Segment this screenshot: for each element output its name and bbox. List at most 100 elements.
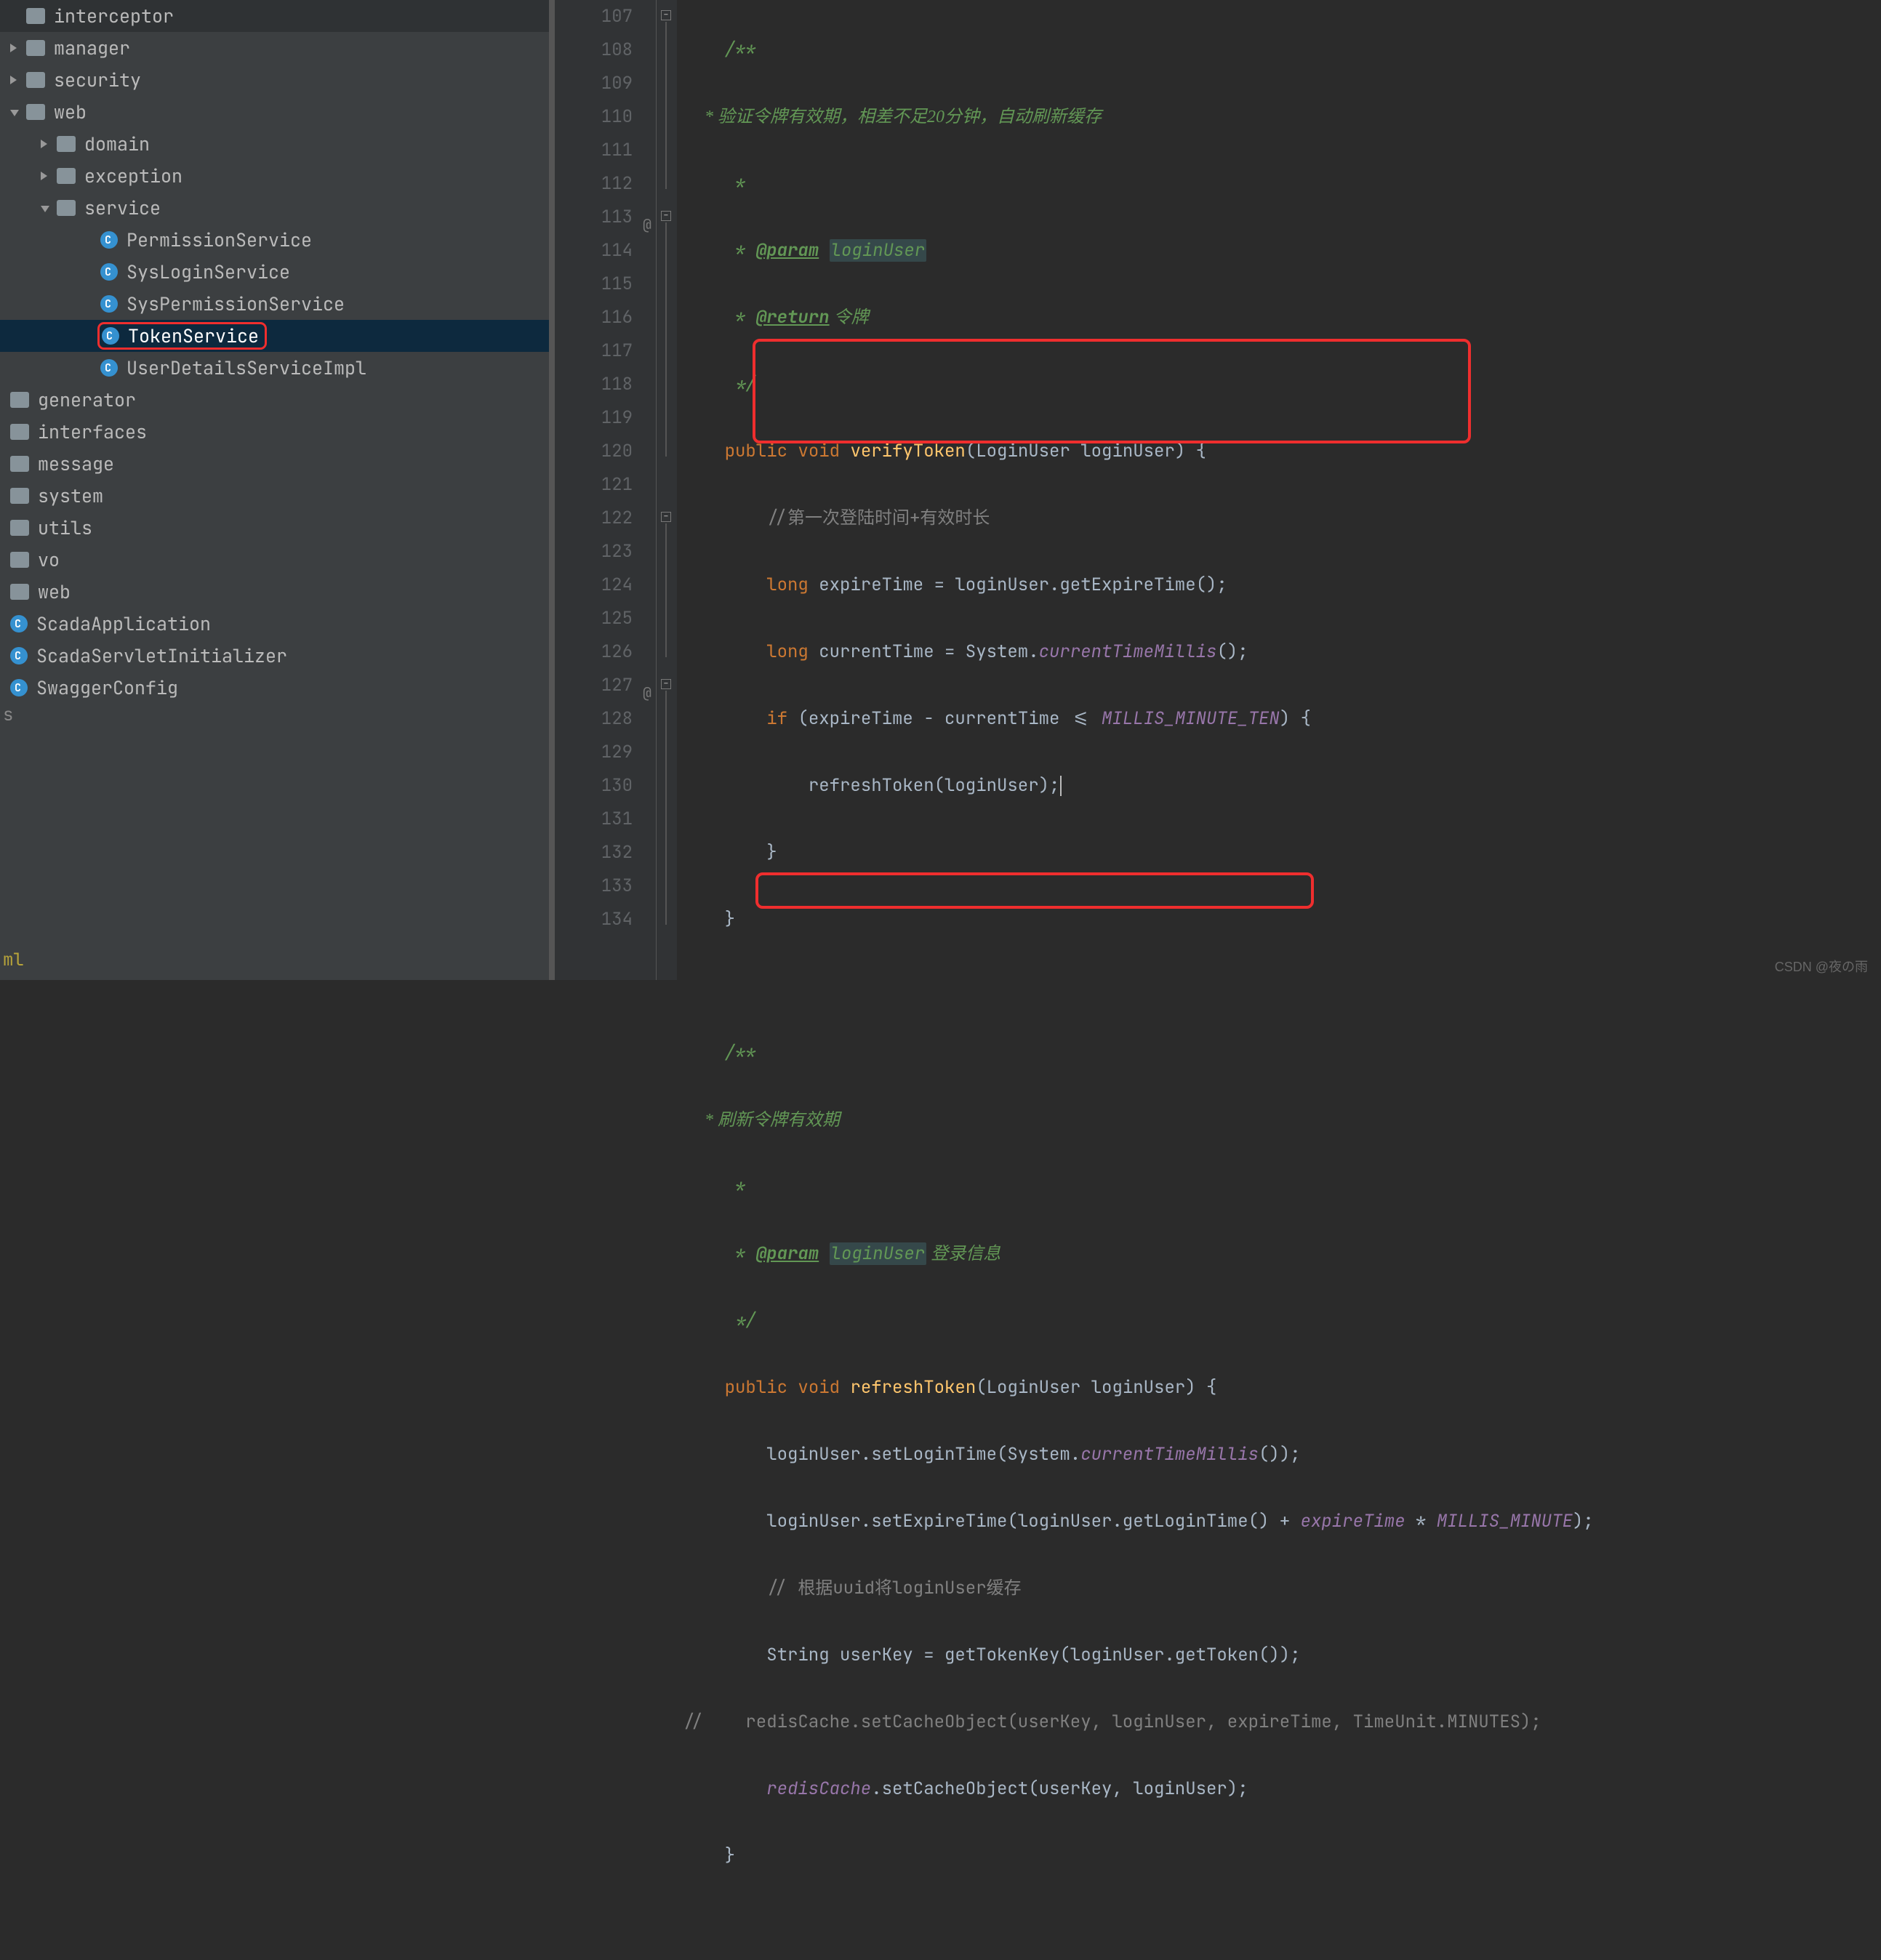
tree-label: utils [38, 515, 92, 540]
tree-item[interactable]: interceptor [0, 0, 549, 32]
fold-toggle[interactable] [661, 679, 671, 689]
chevron-right-icon[interactable] [10, 73, 23, 87]
tree-item[interactable]: service [0, 192, 549, 224]
line-number: 121 [555, 468, 633, 502]
class-icon [102, 327, 119, 345]
line-number: 112 [555, 167, 633, 201]
line-gutter: 107 108 109 110 111 112 113@ 114 115 116… [555, 0, 657, 980]
class-icon [100, 295, 118, 313]
class-icon [10, 615, 28, 632]
tree-label: service [84, 196, 161, 220]
tree-item[interactable]: security [0, 64, 549, 96]
code-editor[interactable]: 107 108 109 110 111 112 113@ 114 115 116… [549, 0, 1881, 980]
tree-item[interactable]: SysPermissionService [0, 288, 549, 320]
watermark: CSDN @夜の雨 [1775, 957, 1868, 976]
chevron-down-icon[interactable] [10, 105, 23, 119]
line-number: 111 [555, 134, 633, 167]
chevron-down-icon[interactable] [41, 201, 54, 214]
folder-icon [57, 168, 76, 184]
line-number: 116 [555, 301, 633, 334]
tree-item[interactable]: SwaggerConfig [0, 672, 549, 704]
line-number: 128 [555, 702, 633, 736]
code-area[interactable]: /** * 验证令牌有效期，相差不足20分钟，自动刷新缓存 * * @param… [677, 0, 1881, 980]
line-number: 133 [555, 869, 633, 903]
tree-item[interactable]: UserDetailsServiceImpl [0, 352, 549, 384]
tree-item[interactable]: ScadaServletInitializer [0, 640, 549, 672]
tree-label: exception [84, 164, 183, 188]
text-caret [1060, 776, 1062, 796]
line-number: 119 [555, 401, 633, 435]
tree-label: SwaggerConfig [36, 675, 178, 700]
tree-item[interactable]: PermissionService [0, 224, 549, 256]
tree-label: system [38, 483, 103, 508]
line-number: 123 [555, 535, 633, 569]
line-number: 108 [555, 33, 633, 67]
folder-icon [10, 552, 29, 568]
tree-label: message [38, 451, 114, 476]
folder-icon [26, 40, 45, 56]
override-icon[interactable]: @ [643, 676, 651, 710]
line-number: 117 [555, 334, 633, 368]
folder-icon [10, 488, 29, 504]
chevron-right-icon[interactable] [41, 137, 54, 150]
folder-icon [10, 584, 29, 600]
line-number: 107 [555, 0, 633, 33]
fold-toggle[interactable] [661, 512, 671, 522]
tree-item[interactable]: web [0, 576, 549, 608]
tree-item[interactable]: manager [0, 32, 549, 64]
line-number: 126 [555, 635, 633, 669]
line-number: 109 [555, 67, 633, 100]
folder-icon [26, 72, 45, 88]
tree-label: SysPermissionService [127, 292, 345, 316]
folder-icon [26, 8, 45, 24]
tree-item[interactable]: SysLoginService [0, 256, 549, 288]
tree-item[interactable]: domain [0, 128, 549, 160]
line-number: 122 [555, 502, 633, 535]
project-tree[interactable]: interceptor manager security web domain … [0, 0, 549, 980]
folder-icon [10, 424, 29, 440]
tree-item[interactable]: message [0, 448, 549, 480]
tree-item[interactable]: ScadaApplication [0, 608, 549, 640]
line-number: 114 [555, 234, 633, 268]
chevron-right-icon[interactable] [10, 41, 23, 55]
tree-label: vo [38, 547, 60, 572]
folder-icon [57, 200, 76, 216]
class-icon [100, 231, 118, 249]
class-icon [100, 359, 118, 377]
line-number: 127@ [555, 669, 633, 702]
tree-label: interceptor [54, 4, 174, 28]
override-icon[interactable]: @ [643, 208, 651, 241]
tree-label: PermissionService [127, 228, 312, 252]
tree-item[interactable]: system [0, 480, 549, 512]
fold-toggle[interactable] [661, 10, 671, 20]
class-icon [10, 679, 28, 696]
tree-label: domain [84, 132, 150, 156]
tree-label: web [38, 579, 71, 604]
tree-item[interactable]: exception [0, 160, 549, 192]
line-number: 124 [555, 569, 633, 602]
folder-icon [10, 456, 29, 472]
tree-label: security [54, 68, 141, 92]
line-number: 134 [555, 903, 633, 936]
folder-icon [10, 392, 29, 408]
tree-item[interactable]: generator [0, 384, 549, 416]
line-number: 130 [555, 769, 633, 803]
bottom-label: ml [3, 949, 24, 971]
chevron-right-icon[interactable] [41, 169, 54, 182]
fold-column[interactable] [657, 0, 677, 980]
tree-item[interactable]: vo [0, 544, 549, 576]
line-number: 110 [555, 100, 633, 134]
tree-label: UserDetailsServiceImpl [127, 356, 366, 380]
tree-item-tokenservice[interactable]: TokenService [0, 320, 549, 352]
tree-item[interactable]: utils [0, 512, 549, 544]
tree-item[interactable]: interfaces [0, 416, 549, 448]
tree-cut-label: s [0, 704, 549, 726]
line-number: 125 [555, 602, 633, 635]
fold-toggle[interactable] [661, 211, 671, 221]
tree-label: interfaces [38, 419, 147, 444]
line-number: 113@ [555, 201, 633, 234]
tree-item[interactable]: web [0, 96, 549, 128]
tree-label: generator [38, 387, 136, 412]
tree-label: manager [54, 36, 130, 60]
line-number: 118 [555, 368, 633, 401]
